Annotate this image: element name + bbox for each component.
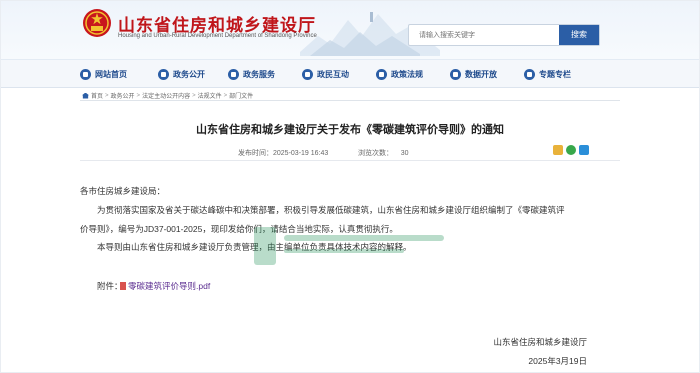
breadcrumb-item[interactable]: 首页 [91,91,103,100]
views-label: 浏览次数： [358,150,393,157]
attachment-name: 零碳建筑评价导则.pdf [128,281,211,291]
signature: 山东省住房和城乡建设厅 [493,337,587,347]
home-icon [80,68,91,80]
nav-item-label: 政务服务 [243,69,275,79]
nav-item-label: 数据开放 [465,69,497,79]
breadcrumb-separator: > [223,92,228,99]
national-emblem-icon [83,9,111,37]
breadcrumb-separator: > [192,92,196,99]
paragraph-2: 本导则由山东省住房和城乡建设厅负责管理，由主编单位负责具体技术内容的解释。 [97,242,412,252]
home-icon [82,92,89,99]
article-title: 山东省住房和城乡建设厅关于发布《零碳建筑评价导则》的通知 [196,124,504,136]
nav-item-label: 政策法规 [391,69,423,79]
nav-item-public[interactable]: 政务公开 [158,60,205,88]
attachment-link[interactable]: 零碳建筑评价导则.pdf [120,280,210,292]
nav-item-label: 专题专栏 [539,69,571,79]
nav-item-service[interactable]: 政务服务 [228,60,275,88]
breadcrumb-item[interactable]: 政务公开 [111,91,135,100]
breadcrumb-item[interactable]: 法定主动公开内容 [142,91,190,100]
site-header: 山东省住房和城乡建设厅 Housing and Urban-Rural Deve… [0,0,700,60]
paragraph-1-line-1: 为贯彻落实国家及省关于碳达峰碳中和决策部署，积极引导发展低碳建筑，山东省住房和城… [97,205,565,215]
salutation: 各市住房城乡建设局： [80,186,166,196]
law-icon [376,68,387,80]
page: 山东省住房和城乡建设厅 Housing and Urban-Rural Deve… [0,0,700,373]
publish-label: 发布时间： [238,150,273,157]
topic-icon [524,68,535,80]
publish-time: 发布时间：2025-03-19 16:43 [238,148,328,158]
breadcrumb-separator: > [136,92,141,99]
service-icon [228,68,239,80]
view-count: 浏览次数： 30 [358,148,409,158]
breadcrumb-item[interactable]: 法规文件 [198,91,222,100]
breadcrumb-separator: > [105,92,109,99]
site-subtitle: Housing and Urban-Rural Development Depa… [118,33,317,39]
share-weibo-icon[interactable] [553,145,563,155]
meta-divider [80,160,620,161]
share-qzone-icon[interactable] [579,145,589,155]
nav-item-label: 政务公开 [173,69,205,79]
nav-item-interaction[interactable]: 政民互动 [302,60,349,88]
chat-icon [302,68,313,80]
main-nav: 网站首页 政务公开 政务服务 政民互动 政策法规 数据开放 专题专栏 [0,60,700,88]
breadcrumb-divider [80,100,620,101]
paragraph-1-line-2: 价导则》，编号为JD37-001-2025，现印发给你们，请结合当地实际，认真贯… [80,224,398,234]
search-input[interactable] [409,25,559,45]
search-button[interactable]: 搜索 [559,25,599,45]
nav-item-label: 政民互动 [317,69,349,79]
search-box: 搜索 [408,24,600,46]
views-value: 30 [400,150,409,157]
data-icon [450,68,461,80]
publish-value: 2025-03-19 16:43 [273,150,329,157]
nav-item-data[interactable]: 数据开放 [450,60,497,88]
nav-item-label: 网站首页 [95,69,127,79]
pdf-file-icon [120,282,126,290]
breadcrumb: 首页 > 政务公开 > 法定主动公开内容 > 法规文件 > 部门文件 [82,91,253,100]
breadcrumb-item[interactable]: 部门文件 [229,91,253,100]
document-icon [158,68,169,80]
signature-date: 2025年3月19日 [528,356,587,366]
nav-item-topics[interactable]: 专题专栏 [524,60,571,88]
nav-item-policy[interactable]: 政策法规 [376,60,423,88]
nav-item-home[interactable]: 网站首页 [80,60,127,88]
attachment-label: 附件： [97,281,123,291]
share-wechat-icon[interactable] [566,145,576,155]
